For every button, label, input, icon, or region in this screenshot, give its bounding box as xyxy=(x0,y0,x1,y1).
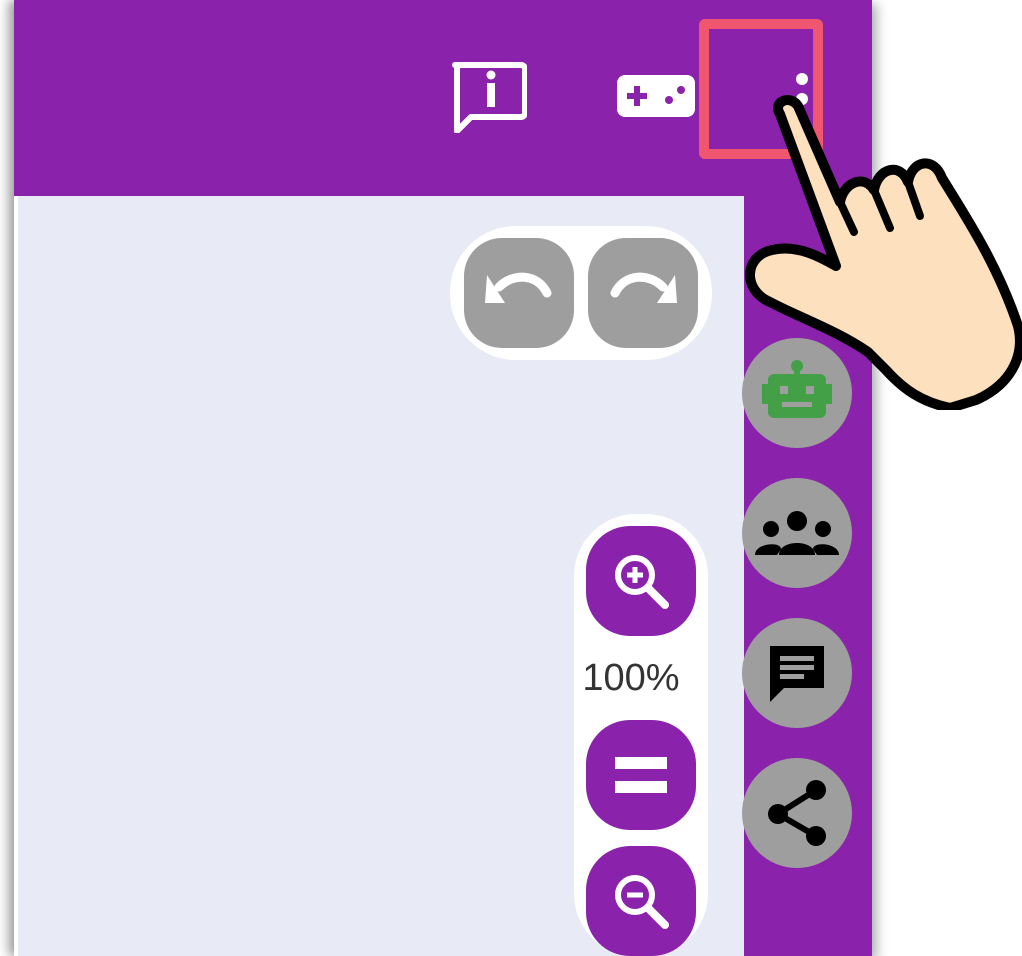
info-button[interactable] xyxy=(448,60,528,134)
zoom-in-button[interactable] xyxy=(586,526,696,636)
gamepad-icon xyxy=(617,75,695,117)
sidebar-item-share[interactable] xyxy=(742,758,852,868)
group-icon xyxy=(755,511,839,555)
sidebar-item-group[interactable] xyxy=(742,478,852,588)
info-chat-icon xyxy=(452,62,527,133)
undo-button[interactable] xyxy=(464,238,574,348)
equals-icon xyxy=(615,757,667,793)
game-controller-button[interactable] xyxy=(614,72,698,120)
zoom-level-label: 100% xyxy=(582,657,680,699)
redo-button[interactable] xyxy=(588,238,698,348)
robot-icon xyxy=(762,360,832,418)
zoom-out-button[interactable] xyxy=(586,846,696,956)
redo-icon xyxy=(610,272,677,303)
chat-icon xyxy=(770,646,824,702)
sidebar-item-robot[interactable] xyxy=(742,338,852,448)
zoom-in-icon xyxy=(615,555,669,609)
zoom-out-icon xyxy=(615,875,669,929)
zoom-reset-button[interactable] xyxy=(586,720,696,830)
sidebar-item-chat[interactable] xyxy=(742,618,852,728)
undo-icon xyxy=(485,272,552,303)
top-app-bar xyxy=(14,0,872,196)
share-icon xyxy=(768,780,826,846)
more-options-button[interactable] xyxy=(778,66,826,122)
more-vert-icon xyxy=(796,73,808,105)
